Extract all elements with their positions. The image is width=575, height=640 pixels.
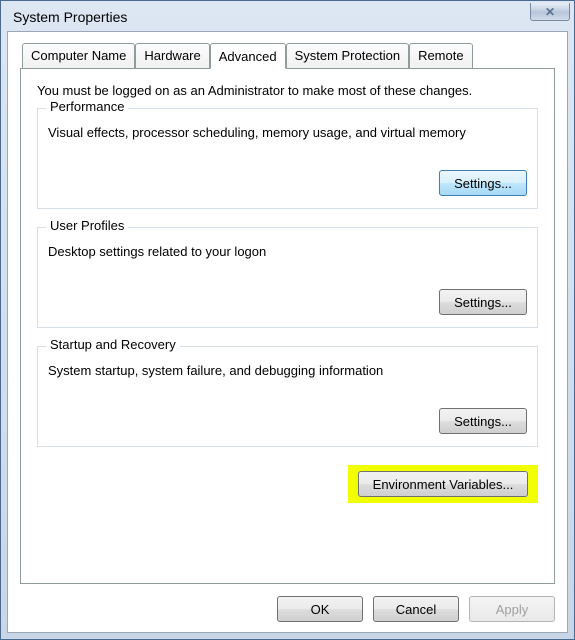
- close-button[interactable]: ✕: [530, 3, 570, 21]
- user-profiles-settings-button[interactable]: Settings...: [439, 289, 527, 315]
- window-body: Computer Name Hardware Advanced System P…: [7, 31, 568, 633]
- tab-hardware[interactable]: Hardware: [135, 43, 209, 69]
- close-icon: ✕: [545, 6, 555, 18]
- startup-recovery-settings-button[interactable]: Settings...: [439, 408, 527, 434]
- tab-system-protection[interactable]: System Protection: [286, 43, 410, 69]
- user-profiles-legend: User Profiles: [46, 218, 128, 233]
- environment-variables-button[interactable]: Environment Variables...: [358, 471, 528, 497]
- tab-advanced[interactable]: Advanced: [210, 43, 286, 69]
- performance-desc: Visual effects, processor scheduling, me…: [48, 125, 527, 140]
- system-properties-window: System Properties ✕ Computer Name Hardwa…: [0, 0, 575, 640]
- cancel-button[interactable]: Cancel: [373, 596, 459, 622]
- tab-remote[interactable]: Remote: [409, 43, 473, 69]
- apply-button[interactable]: Apply: [469, 596, 555, 622]
- user-profiles-group: User Profiles Desktop settings related t…: [37, 227, 538, 328]
- highlight-annotation: Environment Variables...: [348, 465, 538, 503]
- startup-recovery-group: Startup and Recovery System startup, sys…: [37, 346, 538, 447]
- performance-group: Performance Visual effects, processor sc…: [37, 108, 538, 209]
- advanced-panel: You must be logged on as an Administrato…: [20, 68, 555, 584]
- performance-legend: Performance: [46, 99, 128, 114]
- tab-computer-name[interactable]: Computer Name: [22, 43, 135, 69]
- ok-button[interactable]: OK: [277, 596, 363, 622]
- startup-recovery-legend: Startup and Recovery: [46, 337, 180, 352]
- tabstrip: Computer Name Hardware Advanced System P…: [22, 42, 555, 68]
- admin-note: You must be logged on as an Administrato…: [37, 83, 538, 98]
- startup-recovery-desc: System startup, system failure, and debu…: [48, 363, 527, 378]
- environment-variables-row: Environment Variables...: [37, 465, 538, 503]
- performance-settings-button[interactable]: Settings...: [439, 170, 527, 196]
- window-title: System Properties: [13, 9, 127, 25]
- dialog-buttons: OK Cancel Apply: [20, 596, 555, 622]
- user-profiles-desc: Desktop settings related to your logon: [48, 244, 527, 259]
- titlebar: System Properties ✕: [7, 7, 568, 31]
